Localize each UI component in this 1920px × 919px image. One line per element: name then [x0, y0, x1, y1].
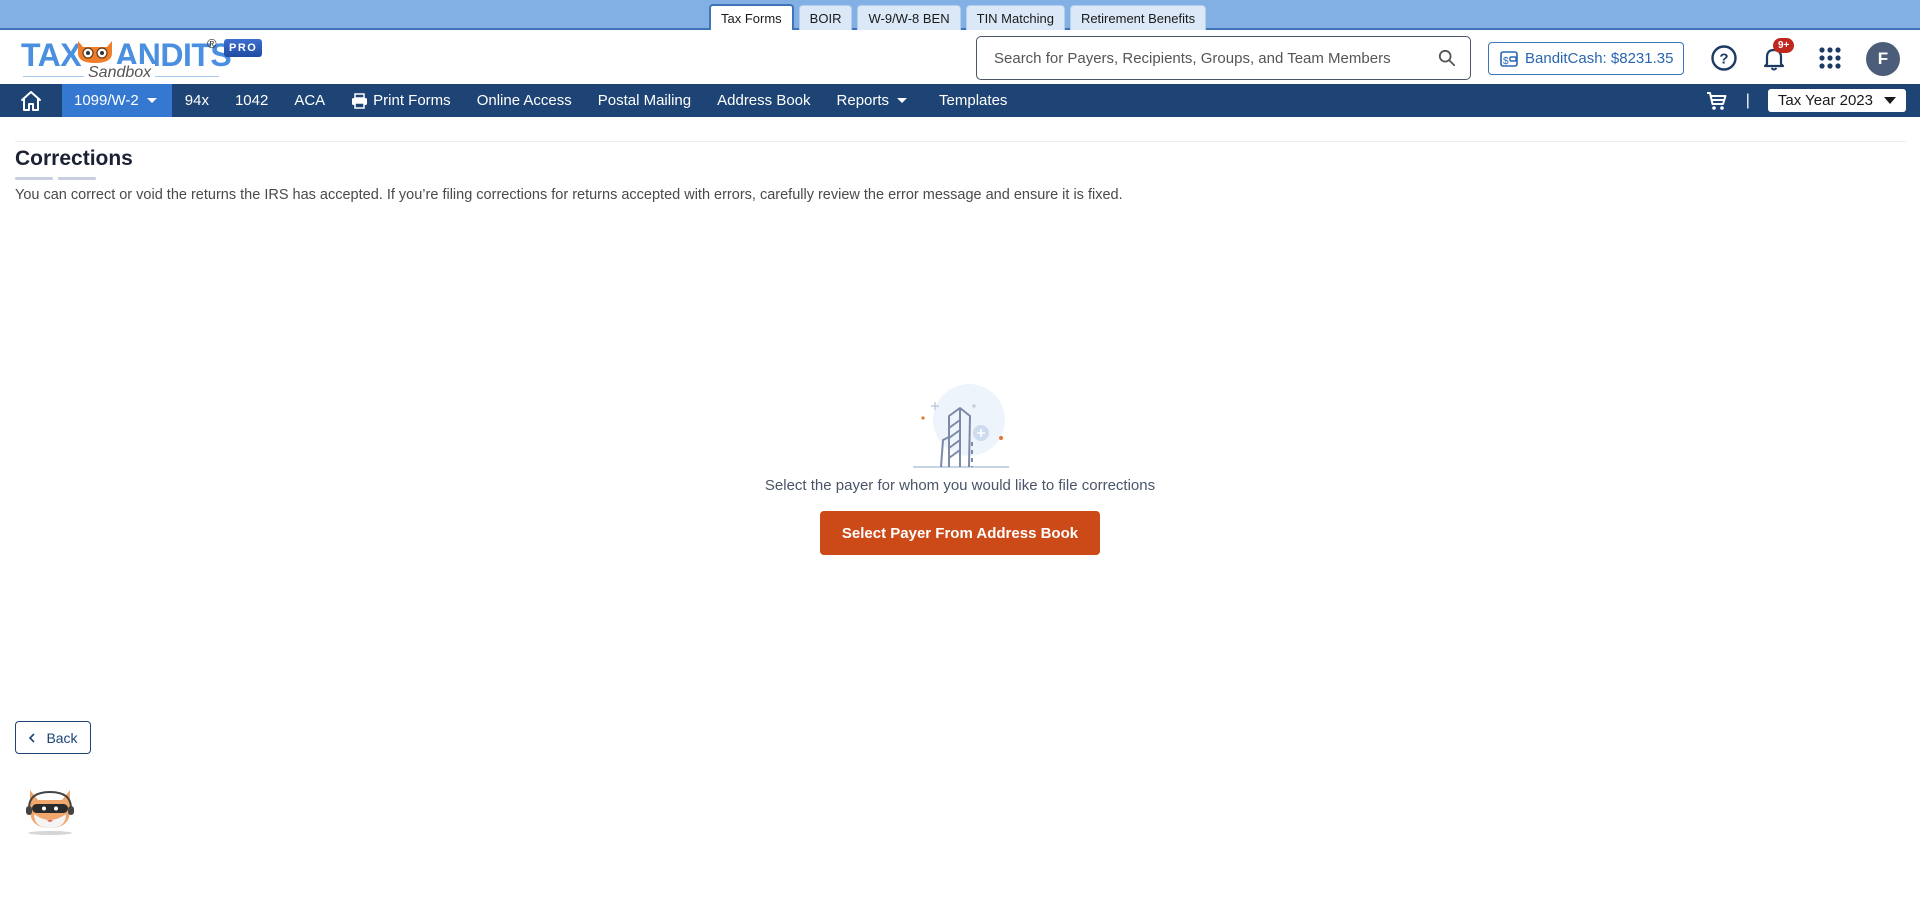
home-icon: [21, 90, 41, 111]
tax-year-select[interactable]: Tax Year 2023: [1767, 89, 1906, 112]
nav-1099-w2[interactable]: 1099/W-2: [62, 84, 172, 117]
nav-1099-w2-label: 1099/W-2: [74, 92, 139, 109]
help-button[interactable]: ?: [1709, 43, 1739, 73]
search-icon[interactable]: [1438, 49, 1456, 67]
empty-state: Select the payer for whom you would like…: [0, 382, 1920, 555]
nav-aca-label: ACA: [294, 92, 326, 109]
nav-templates[interactable]: Templates: [926, 84, 1020, 117]
empty-state-message: Select the payer for whom you would like…: [764, 477, 1156, 494]
support-mascot-icon[interactable]: [20, 780, 80, 836]
apps-grid-icon: [1819, 47, 1841, 69]
sandbox-label: Sandbox: [84, 64, 156, 82]
title-underline: [15, 177, 96, 180]
chevron-down-icon: [146, 98, 157, 103]
bandit-cash-label: BanditCash: $8231.35: [1525, 50, 1674, 67]
nav-templates-label: Templates: [939, 92, 1008, 109]
nav-online-access-label: Online Access: [476, 92, 572, 109]
product-tab-boir[interactable]: BOIR: [798, 5, 853, 30]
product-tab-tax-forms[interactable]: Tax Forms: [709, 4, 794, 31]
taxbandits-logo[interactable]: TAX ANDITS ® PRO Sandbox: [21, 35, 263, 82]
nav-94x-label: 94x: [184, 92, 209, 109]
nav-aca[interactable]: ACA: [281, 84, 338, 117]
help-icon: ?: [1711, 45, 1737, 71]
back-button[interactable]: Back: [15, 721, 91, 754]
nav-online-access[interactable]: Online Access: [464, 84, 585, 117]
notification-badge: 9+: [1773, 38, 1795, 53]
chevron-left-icon: [29, 732, 36, 743]
nav-address-book[interactable]: Address Book: [704, 84, 823, 117]
nav-print-forms-label: Print Forms: [373, 92, 451, 109]
nav-1042-label: 1042: [234, 92, 269, 109]
nav-home[interactable]: [0, 84, 62, 117]
svg-text:$: $: [1503, 56, 1509, 67]
product-tab-tin-matching[interactable]: TIN Matching: [965, 5, 1065, 30]
nav-reports[interactable]: Reports: [824, 84, 921, 117]
global-search[interactable]: [976, 36, 1471, 80]
header: TAXANDITS ® PRO Sandbox $ BanditCash: $8…: [0, 30, 1920, 84]
select-payer-button[interactable]: Select Payer From Address Book: [819, 511, 1101, 555]
cart-icon[interactable]: [1706, 91, 1728, 111]
section-divider: [15, 141, 1906, 142]
wallet-icon: $: [1500, 50, 1518, 67]
nav-reports-label: Reports: [836, 92, 890, 109]
nav-print-forms[interactable]: Print Forms: [338, 84, 464, 117]
nav-address-book-label: Address Book: [717, 92, 811, 109]
tax-year-value: Tax Year 2023: [1777, 92, 1873, 109]
chevron-down-icon: [897, 98, 908, 103]
main-nav: 1099/W-2 94x 1042 ACA Print Forms Online…: [0, 84, 1920, 117]
product-tab-retirement-benefits[interactable]: Retirement Benefits: [1069, 5, 1207, 30]
svg-text:?: ?: [1719, 51, 1728, 68]
product-tab-w9-w8ben[interactable]: W-9/W-8 BEN: [857, 5, 961, 30]
back-button-label: Back: [46, 729, 78, 746]
nav-right-group: | Tax Year 2023: [1706, 84, 1906, 117]
owl-mascot-icon: [78, 41, 112, 63]
chevron-down-icon: [1884, 97, 1896, 104]
building-illustration-icon: [913, 384, 1009, 468]
product-tab-strip: Tax Forms BOIR W-9/W-8 BEN TIN Matching …: [0, 0, 1920, 31]
product-tabs: Tax Forms BOIR W-9/W-8 BEN TIN Matching …: [709, 4, 1207, 31]
bandit-cash-button[interactable]: $ BanditCash: $8231.35: [1488, 42, 1685, 75]
nav-postal-mailing-label: Postal Mailing: [597, 92, 692, 109]
nav-separator: |: [1745, 91, 1750, 109]
registered-mark: ®: [207, 36, 217, 51]
user-avatar[interactable]: F: [1866, 42, 1900, 76]
nav-postal-mailing[interactable]: Postal Mailing: [585, 84, 704, 117]
nav-1042[interactable]: 1042: [222, 84, 281, 117]
printer-icon: [352, 92, 368, 109]
apps-menu-button[interactable]: [1815, 43, 1845, 73]
search-input[interactable]: [994, 49, 1438, 67]
nav-94x[interactable]: 94x: [172, 84, 222, 117]
page-description: You can correct or void the returns the …: [15, 187, 1123, 203]
page-title: Corrections: [15, 147, 133, 170]
pro-badge: PRO: [224, 39, 263, 57]
